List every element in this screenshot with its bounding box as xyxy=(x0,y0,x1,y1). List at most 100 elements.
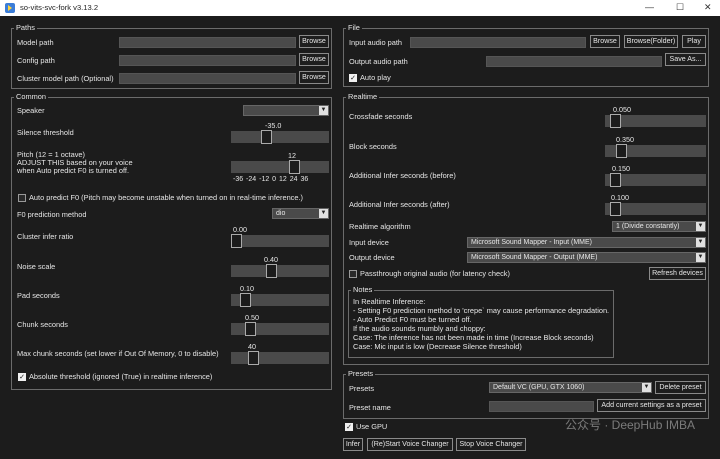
input-device-value: Microsoft Sound Mapper - Input (MME) xyxy=(471,239,592,246)
infer-button[interactable]: Infer xyxy=(343,438,363,451)
model-browse-button[interactable]: Browse xyxy=(299,35,329,48)
preset-name-input[interactable] xyxy=(489,401,594,412)
slider-thumb[interactable] xyxy=(610,114,621,128)
notes-frame-label: Notes xyxy=(351,285,375,294)
slider-thumb[interactable] xyxy=(240,293,251,307)
pitch-tick-labels: -36 -24 -12 0 12 24 36 xyxy=(233,176,309,183)
config-path-label: Config path xyxy=(17,56,55,65)
output-audio-path-label: Output audio path xyxy=(349,57,408,66)
f0-method-label: F0 prediction method xyxy=(17,210,87,219)
infer-after-slider[interactable] xyxy=(605,202,706,216)
cluster-model-path-label: Cluster model path (Optional) xyxy=(17,74,114,83)
chevron-down-icon: ▼ xyxy=(319,106,328,115)
slider-thumb[interactable] xyxy=(231,234,242,248)
crossfade-slider[interactable] xyxy=(605,114,706,128)
max-chunk-seconds-slider[interactable] xyxy=(231,351,329,365)
cluster-infer-ratio-label: Cluster infer ratio xyxy=(17,232,74,241)
auto-predict-f0-checkbox[interactable] xyxy=(18,194,26,202)
slider-thumb[interactable] xyxy=(245,322,256,336)
close-icon[interactable]: ✕ xyxy=(704,2,712,13)
passthrough-checkbox[interactable] xyxy=(349,270,357,278)
chevron-down-icon: ▼ xyxy=(319,209,328,218)
pad-seconds-slider[interactable] xyxy=(231,293,329,307)
slider-thumb[interactable] xyxy=(248,351,259,365)
window-titlebar: so-vits-svc-fork v3.13.2 — ☐ ✕ xyxy=(0,0,720,16)
cluster-infer-ratio-value: 0.00 xyxy=(233,225,247,234)
output-audio-path-input[interactable] xyxy=(486,56,662,67)
stop-voice-changer-button[interactable]: Stop Voice Changer xyxy=(456,438,526,451)
minimize-icon[interactable]: — xyxy=(645,2,654,12)
output-device-select[interactable]: Microsoft Sound Mapper - Output (MME) ▼ xyxy=(467,252,706,263)
model-path-label: Model path xyxy=(17,38,54,47)
presets-label: Presets xyxy=(349,384,375,393)
model-path-input[interactable] xyxy=(119,37,296,48)
f0-method-select[interactable]: dio ▼ xyxy=(272,208,329,219)
infer-after-value: 0.100 xyxy=(611,193,629,202)
speaker-label: Speaker xyxy=(17,106,45,115)
input-device-select[interactable]: Microsoft Sound Mapper - Input (MME) ▼ xyxy=(467,237,706,248)
block-seconds-value: 0.350 xyxy=(616,135,634,144)
realtime-algorithm-select[interactable]: 1 (Divide constantly) ▼ xyxy=(612,221,706,232)
notes-line: Case: Mic input is low (Decrease Silence… xyxy=(353,342,522,351)
block-seconds-slider[interactable] xyxy=(605,144,706,158)
file-frame-label: File xyxy=(346,23,362,32)
crossfade-label: Crossfade seconds xyxy=(349,112,413,121)
use-gpu-label: Use GPU xyxy=(356,422,388,431)
delete-preset-button[interactable]: Delete preset xyxy=(655,381,706,394)
infer-before-value: 0.150 xyxy=(612,164,630,173)
infer-before-slider[interactable] xyxy=(605,173,706,187)
chunk-seconds-label: Chunk seconds xyxy=(17,320,68,329)
notes-line: - Setting F0 prediction method to 'crepe… xyxy=(353,306,610,315)
config-path-input[interactable] xyxy=(119,55,296,66)
slider-thumb[interactable] xyxy=(261,130,272,144)
silence-threshold-slider[interactable] xyxy=(231,130,329,144)
silence-threshold-value: -35.0 xyxy=(265,121,282,130)
notes-line: If the audio sounds mumbly and choppy: xyxy=(353,324,486,333)
chevron-down-icon: ▼ xyxy=(696,222,705,231)
refresh-devices-button[interactable]: Refresh devices xyxy=(649,267,706,280)
chunk-seconds-slider[interactable] xyxy=(231,322,329,336)
block-seconds-label: Block seconds xyxy=(349,142,397,151)
slider-thumb[interactable] xyxy=(610,202,621,216)
config-browse-button[interactable]: Browse xyxy=(299,53,329,66)
use-gpu-checkbox[interactable]: ✓ xyxy=(345,423,353,431)
chunk-seconds-value: 0.50 xyxy=(245,313,259,322)
output-device-value: Microsoft Sound Mapper - Output (MME) xyxy=(471,254,598,261)
restart-voice-changer-button[interactable]: (Re)Start Voice Changer xyxy=(367,438,453,451)
noise-scale-label: Noise scale xyxy=(17,262,56,271)
absolute-threshold-checkbox[interactable]: ✓ xyxy=(18,373,26,381)
auto-play-checkbox[interactable]: ✓ xyxy=(349,74,357,82)
max-chunk-seconds-label: Max chunk seconds (set lower if Out Of M… xyxy=(17,349,219,358)
add-preset-button[interactable]: Add current settings as a preset xyxy=(597,399,706,412)
browse-folder-button[interactable]: Browse(Folder) xyxy=(624,35,678,48)
slider-thumb[interactable] xyxy=(610,173,621,187)
preset-name-label: Preset name xyxy=(349,403,391,412)
watermark: 公众号 · DeepHub IMBA xyxy=(565,418,696,432)
speaker-select[interactable]: ▼ xyxy=(243,105,329,116)
f0-method-value: dio xyxy=(276,210,286,217)
input-audio-path-input[interactable] xyxy=(410,37,586,48)
slider-thumb[interactable] xyxy=(266,264,277,278)
presets-select[interactable]: Default VC (GPU, GTX 1060) ▼ xyxy=(489,382,652,393)
input-browse-button[interactable]: Browse xyxy=(590,35,620,48)
output-device-label: Output device xyxy=(349,253,395,262)
notes-line: In Realtime Inference: xyxy=(353,297,426,306)
presets-value: Default VC (GPU, GTX 1060) xyxy=(493,384,585,391)
save-as-button[interactable]: Save As... xyxy=(665,53,706,66)
slider-thumb[interactable] xyxy=(616,144,627,158)
realtime-algorithm-value: 1 (Divide constantly) xyxy=(616,223,680,230)
max-chunk-seconds-value: 40 xyxy=(248,342,256,351)
pitch-value: 12 xyxy=(288,151,296,160)
noise-scale-slider[interactable] xyxy=(231,264,329,278)
cluster-infer-ratio-slider[interactable] xyxy=(231,234,329,248)
slider-thumb[interactable] xyxy=(289,160,300,174)
cluster-model-path-input[interactable] xyxy=(119,73,296,84)
maximize-icon[interactable]: ☐ xyxy=(676,2,684,13)
cluster-browse-button[interactable]: Browse xyxy=(299,71,329,84)
chevron-down-icon: ▼ xyxy=(696,238,705,247)
app-icon xyxy=(5,3,15,13)
pitch-slider[interactable] xyxy=(231,160,329,174)
realtime-frame-label: Realtime xyxy=(346,92,380,101)
noise-scale-value: 0.40 xyxy=(264,255,278,264)
play-button[interactable]: Play xyxy=(682,35,706,48)
